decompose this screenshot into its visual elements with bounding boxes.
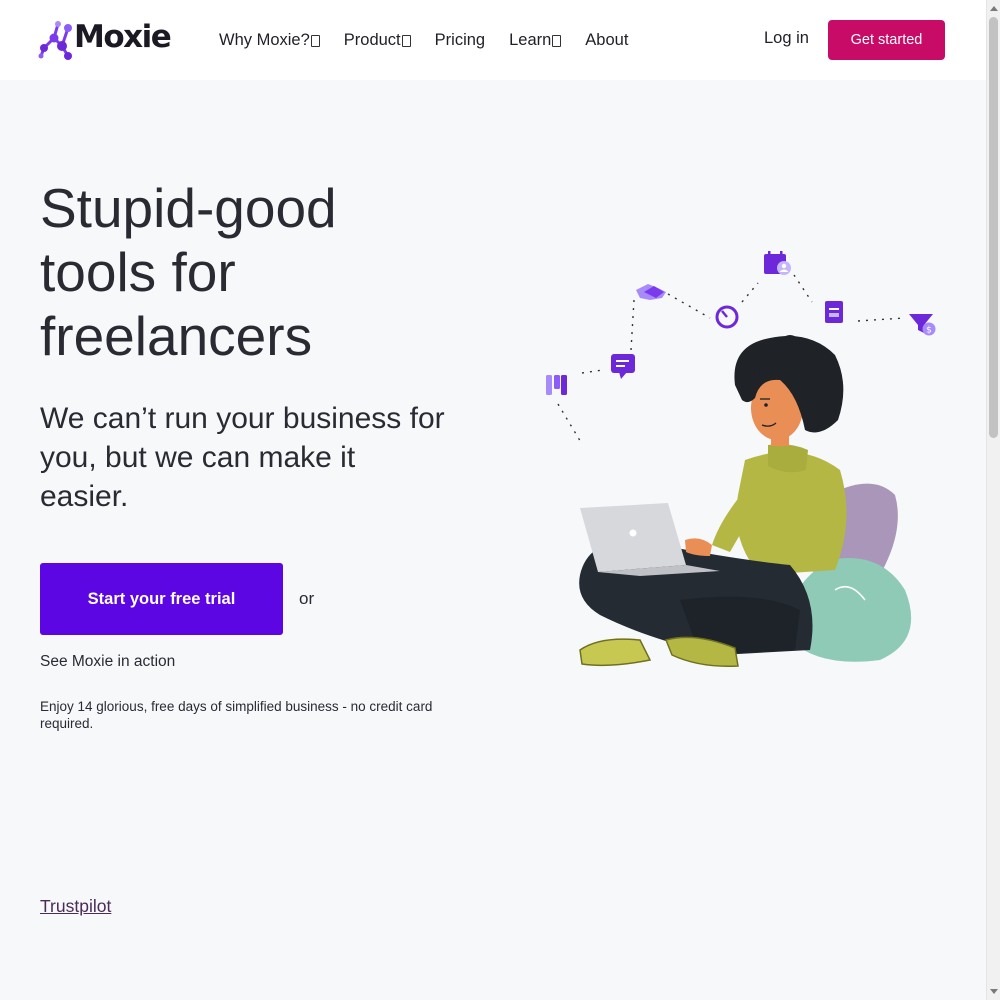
svg-text:$: $	[926, 326, 932, 336]
moxie-logo[interactable]: Moxie	[38, 17, 172, 63]
handshake-icon	[636, 284, 666, 300]
chevron-down-icon	[310, 35, 320, 47]
nav-item-label: Why Moxie?	[219, 30, 310, 49]
see-moxie-in-action-link[interactable]: See Moxie in action	[40, 653, 175, 671]
person-with-laptop-illustration	[579, 335, 912, 668]
chat-icon	[611, 354, 635, 379]
scroll-down-arrow-icon[interactable]	[990, 989, 998, 994]
funnel-dollar-icon: $	[909, 314, 936, 336]
nav-item-about[interactable]: About	[585, 31, 628, 50]
main-nav: Why Moxie? Product Pricing Learn About	[219, 28, 652, 52]
page-scrollbar[interactable]	[986, 0, 1000, 1000]
timer-icon	[715, 305, 739, 329]
nav-item-label: Pricing	[434, 30, 486, 49]
nav-item-label: Product	[343, 30, 401, 49]
or-text: or	[299, 589, 315, 608]
site-header: Moxie Why Moxie? Product Pricing Learn A…	[0, 0, 986, 80]
hero-subtitle: We can’t run your business for you, but …	[40, 402, 445, 513]
scroll-up-arrow-icon[interactable]	[990, 6, 998, 11]
nav-item-label: About	[585, 30, 629, 49]
scrollbar-thumb[interactable]	[989, 17, 998, 438]
get-started-button[interactable]: Get started	[828, 20, 945, 60]
trustpilot-link[interactable]: Trustpilot	[40, 896, 111, 917]
invoice-icon	[825, 301, 843, 323]
calendar-user-icon	[764, 251, 791, 275]
trial-note: Enjoy 14 glorious, free days of simplifi…	[40, 699, 433, 731]
nav-item-why-moxie[interactable]: Why Moxie?	[219, 31, 320, 50]
login-link[interactable]: Log in	[764, 29, 809, 48]
nav-item-label: Learn	[509, 30, 552, 49]
nav-item-learn[interactable]: Learn	[509, 30, 562, 50]
chevron-down-icon	[401, 35, 411, 47]
moxie-logo-icon	[38, 21, 72, 60]
kanban-icon	[546, 375, 567, 395]
nav-item-pricing[interactable]: Pricing	[435, 31, 485, 50]
start-free-trial-button[interactable]: Start your free trial	[40, 563, 283, 635]
hero-title: Stupid-good tools for freelancers	[40, 177, 337, 367]
logo-text: Moxie	[74, 19, 172, 55]
nav-item-product[interactable]: Product	[344, 31, 411, 50]
hero-illustration: $	[546, 251, 936, 668]
chevron-down-icon	[552, 35, 562, 47]
